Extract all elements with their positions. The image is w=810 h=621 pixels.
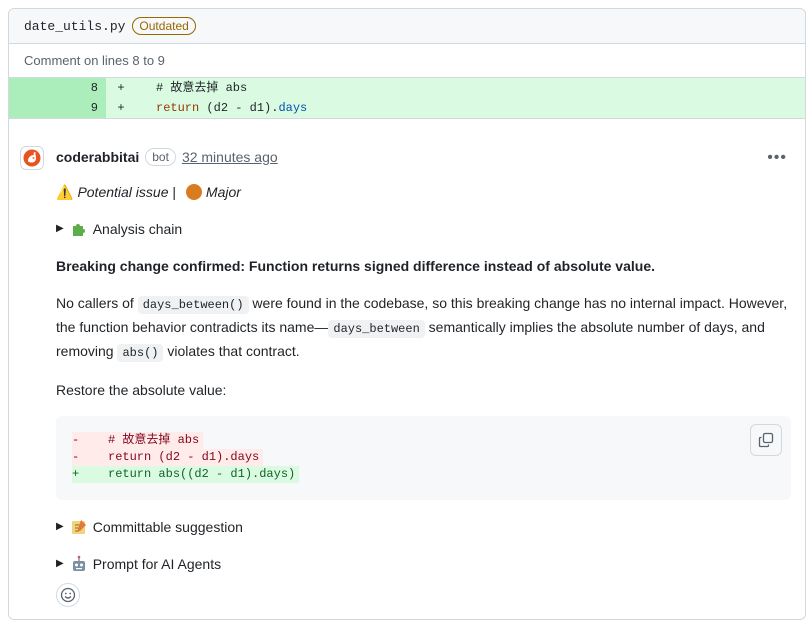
committable-suggestion-label: Committable suggestion xyxy=(92,519,243,535)
headline: Breaking change confirmed: Function retu… xyxy=(56,258,655,274)
bot-badge: bot xyxy=(145,148,176,166)
copy-button[interactable] xyxy=(750,424,782,456)
file-name[interactable]: date_utils.py xyxy=(24,19,125,34)
puzzle-icon xyxy=(72,224,85,236)
disclosure-triangle-icon: ▶ xyxy=(56,223,64,234)
restore-label: Restore the absolute value: xyxy=(56,382,227,398)
file-header: date_utils.py Outdated xyxy=(9,9,805,44)
disclosure-triangle-icon: ▶ xyxy=(56,521,64,532)
kebab-menu-icon[interactable]: ••• xyxy=(767,149,787,167)
avatar[interactable] xyxy=(20,146,44,170)
inline-code: days_between xyxy=(328,320,425,338)
explanation-paragraph: No callers of days_between() were found … xyxy=(56,292,791,364)
add-reaction-button[interactable] xyxy=(56,583,80,607)
line-number[interactable]: 8 xyxy=(9,78,106,98)
diff-sign: + xyxy=(117,101,125,115)
copy-icon xyxy=(758,432,774,448)
inline-code: days_between() xyxy=(137,296,249,314)
issue-severity: Major xyxy=(205,184,241,200)
robot-icon xyxy=(72,555,85,571)
deleted-line: - return (d2 - d1).days xyxy=(72,449,264,466)
code-text: (d2 - d1). xyxy=(199,101,279,115)
issue-line: ⚠️ Potential issue | Major xyxy=(56,181,791,203)
code-keyword: return xyxy=(156,101,200,115)
issue-separator: | xyxy=(168,184,180,200)
review-thread-card: date_utils.py Outdated Comment on lines … xyxy=(8,8,806,620)
severity-dot-icon xyxy=(185,184,202,200)
text: No callers of xyxy=(56,295,138,311)
suggestion-code-block: - # 故意去掉 abs - return (d2 - d1).days + r… xyxy=(56,416,791,500)
added-line: + return abs((d2 - d1).days) xyxy=(72,466,300,483)
prompt-ai-agents-label: Prompt for AI Agents xyxy=(92,556,222,572)
analysis-chain-label: Analysis chain xyxy=(92,221,183,237)
warning-icon: ⚠️ xyxy=(56,184,74,200)
committable-suggestion-toggle[interactable]: ▶ Committable suggestion xyxy=(56,516,791,538)
diff-line-9: 9 + return (d2 - d1).days xyxy=(9,98,805,118)
comment-body: ⚠️ Potential issue | Major ▶ Analysis ch… xyxy=(56,181,791,607)
comment-lines-label: Comment on lines 8 to 9 xyxy=(9,44,805,78)
text: violates that contract. xyxy=(163,343,300,359)
diff-sign: + xyxy=(117,81,125,95)
deleted-line: - # 故意去掉 abs xyxy=(72,432,204,449)
rabbit-logo-icon xyxy=(23,149,41,167)
analysis-chain-toggle[interactable]: ▶ Analysis chain xyxy=(56,218,791,240)
outdated-badge: Outdated xyxy=(132,17,196,35)
issue-type: Potential issue xyxy=(77,184,169,200)
inline-code: abs() xyxy=(117,344,164,362)
comment-timestamp[interactable]: 32 minutes ago xyxy=(182,149,278,165)
diff-code: return (d2 - d1).days xyxy=(136,98,307,118)
author-name[interactable]: coderabbitai xyxy=(56,149,139,165)
code-attr: days xyxy=(278,101,308,115)
prompt-ai-agents-toggle[interactable]: ▶ Prompt for AI Agents xyxy=(56,553,791,575)
diff-snippet: 8 + # 故意去掉 abs 9 + return (d2 - d1).days xyxy=(9,78,805,119)
comment-header: coderabbitai bot 32 minutes ago xyxy=(56,148,278,166)
memo-icon xyxy=(71,520,86,534)
diff-line-8: 8 + # 故意去掉 abs xyxy=(9,78,805,98)
line-number[interactable]: 9 xyxy=(9,98,106,118)
smiley-icon xyxy=(60,587,76,603)
diff-code: # 故意去掉 abs xyxy=(156,81,248,95)
disclosure-triangle-icon: ▶ xyxy=(56,558,64,569)
